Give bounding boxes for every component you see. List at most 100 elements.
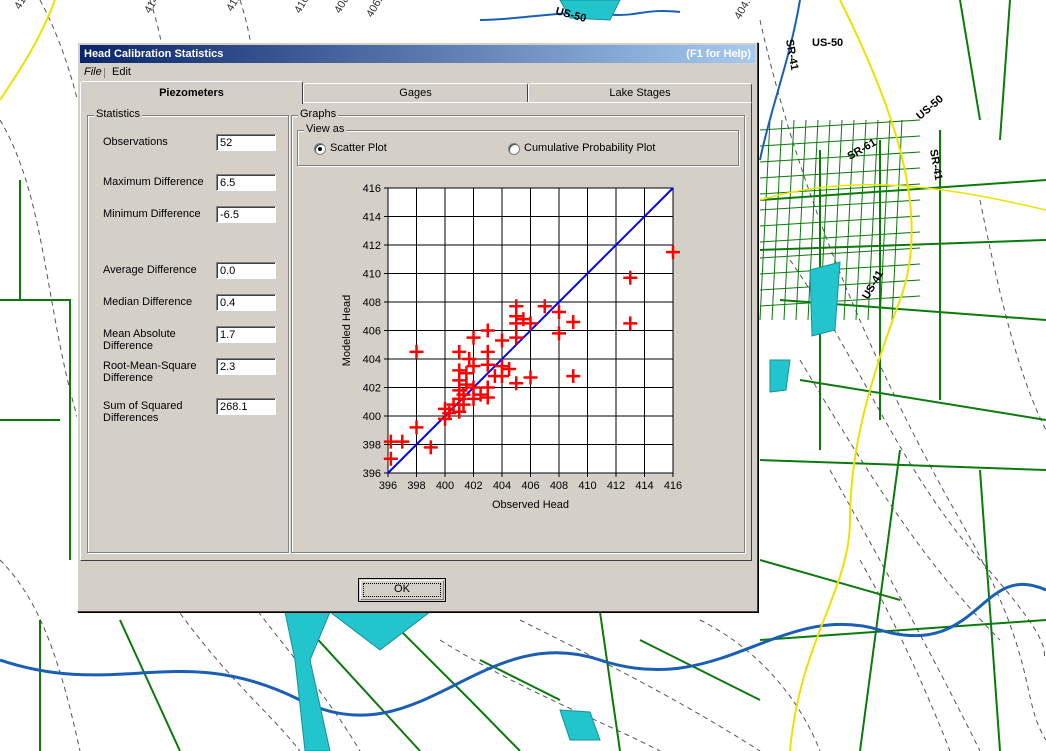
median-difference-label: Median Difference	[103, 296, 193, 308]
y-tick-label: 412	[363, 240, 381, 252]
scatter-plot-label[interactable]: Scatter Plot	[330, 142, 387, 154]
map-water	[559, 709, 601, 741]
observations-label: Observations	[103, 136, 168, 148]
y-tick-label: 414	[363, 212, 381, 224]
head-calibration-dialog: Head Calibration Statistics (F1 for Help…	[77, 42, 758, 612]
map-contour-line	[829, 469, 981, 751]
map-road-label: US-41	[860, 268, 886, 301]
tab-lake-stages[interactable]: Lake Stages	[528, 83, 752, 102]
menu-bar: File Edit	[80, 64, 755, 81]
map-water	[769, 359, 791, 393]
x-tick-label: 396	[379, 480, 397, 492]
maximum-difference-label: Maximum Difference	[103, 176, 204, 188]
map-river	[759, 0, 801, 161]
map-parcel-line	[859, 449, 901, 751]
x-tick-label: 408	[550, 480, 568, 492]
map-contour-label: 416.0	[12, 0, 36, 12]
y-axis-label: Modeled Head	[341, 295, 353, 367]
observations-field[interactable]: 52	[216, 134, 276, 151]
minimum-difference-field[interactable]: -6.5	[216, 206, 276, 223]
map-street	[771, 119, 783, 321]
mean-absolute-difference-field[interactable]: 1.7	[216, 326, 276, 343]
y-tick-label: 408	[363, 297, 381, 309]
statistics-group: Statistics Observations 52 Maximum Diffe…	[87, 108, 289, 553]
statistics-group-title: Statistics	[94, 108, 143, 120]
x-tick-label: 410	[578, 480, 596, 492]
y-tick-label: 400	[363, 411, 381, 423]
rms-difference-label: Root-Mean-Square Difference	[103, 360, 197, 384]
graphs-group: Graphs View as Scatter Plot Cumulative P…	[291, 108, 745, 553]
x-tick-label: 398	[407, 480, 425, 492]
scatter-chart: 396 398 400 402 404 406 408 410 412 414 416 396 398 4…	[341, 183, 682, 511]
map-contour-label: 410.0	[292, 0, 316, 16]
y-tick-label: 402	[363, 383, 381, 395]
x-tick-label: 406	[521, 480, 539, 492]
title-bar[interactable]: Head Calibration Statistics (F1 for Help…	[80, 45, 755, 63]
map-parcel-line	[759, 559, 901, 601]
sum-squared-differences-label: Sum of Squared Differences	[103, 400, 183, 424]
map-parcel-line	[759, 459, 1046, 471]
view-as-group: View as Scatter Plot Cumulative Probabil…	[297, 123, 739, 166]
cumulative-probability-label[interactable]: Cumulative Probability Plot	[524, 142, 655, 154]
map-contour-line	[519, 619, 761, 751]
x-tick-label: 416	[664, 480, 682, 492]
x-tick-label: 400	[436, 480, 454, 492]
y-tick-label: 396	[363, 468, 381, 480]
map-contour-label: 408.0	[332, 0, 356, 16]
map-street	[783, 119, 795, 321]
map-contour-label: 406.0	[364, 0, 388, 20]
menu-separator	[104, 68, 105, 78]
map-street	[879, 119, 891, 321]
map-street	[759, 279, 921, 291]
map-parcel-line	[799, 379, 1046, 421]
median-difference-field[interactable]: 0.4	[216, 294, 276, 311]
maximum-difference-field[interactable]: 6.5	[216, 174, 276, 191]
menu-edit[interactable]: Edit	[112, 66, 131, 78]
rms-difference-field[interactable]: 2.3	[216, 358, 276, 375]
map-road-label: SR-41	[927, 148, 944, 181]
map-parcel-line	[959, 0, 981, 121]
average-difference-label: Average Difference	[103, 264, 197, 276]
view-as-title: View as	[304, 123, 347, 135]
scatter-plot-radio[interactable]	[314, 143, 326, 155]
x-tick-label: 412	[607, 480, 625, 492]
map-road-label: US-50	[812, 37, 843, 49]
graphs-group-title: Graphs	[298, 108, 339, 120]
map-street	[759, 199, 921, 211]
y-tick-label: 416	[363, 183, 381, 195]
average-difference-field[interactable]: 0.0	[216, 262, 276, 279]
x-tick-label: 414	[635, 480, 653, 492]
menu-file[interactable]: File	[84, 66, 102, 78]
map-water	[809, 261, 841, 337]
x-tick-label: 404	[493, 480, 511, 492]
x-axis-label: Observed Head	[492, 499, 569, 511]
y-tick-label: 404	[363, 354, 381, 366]
cumulative-probability-radio[interactable]	[508, 143, 520, 155]
map-parcel-line	[759, 239, 1046, 251]
map-parcel-line	[119, 619, 181, 751]
map-street	[759, 215, 921, 227]
y-tick-label: 410	[363, 269, 381, 281]
help-hint: (F1 for Help)	[686, 48, 751, 60]
tab-panel: Statistics Observations 52 Maximum Diffe…	[80, 102, 752, 561]
y-tick-label: 406	[363, 326, 381, 338]
map-highway	[789, 0, 913, 751]
tab-gages[interactable]: Gages	[303, 83, 528, 102]
map-highway	[0, 0, 56, 101]
map-contour-label: 412.0	[224, 0, 248, 14]
map-water	[284, 611, 331, 751]
map-street	[759, 119, 921, 131]
window-title: Head Calibration Statistics	[84, 48, 224, 60]
map-road-label: US-50	[914, 93, 946, 122]
map-parcel-line	[599, 611, 621, 751]
y-tick-label: 398	[363, 440, 381, 452]
sum-squared-differences-field[interactable]: 268.1	[216, 398, 276, 415]
map-street	[795, 119, 807, 321]
map-contour-label: 404.0	[732, 0, 756, 22]
tab-piezometers[interactable]: Piezometers	[80, 81, 303, 104]
x-tick-label: 402	[464, 480, 482, 492]
map-parcel-line	[0, 299, 71, 560]
ok-button-label: OK	[394, 583, 410, 595]
ok-button[interactable]: OK	[358, 578, 446, 602]
map-parcel-line	[999, 0, 1011, 141]
